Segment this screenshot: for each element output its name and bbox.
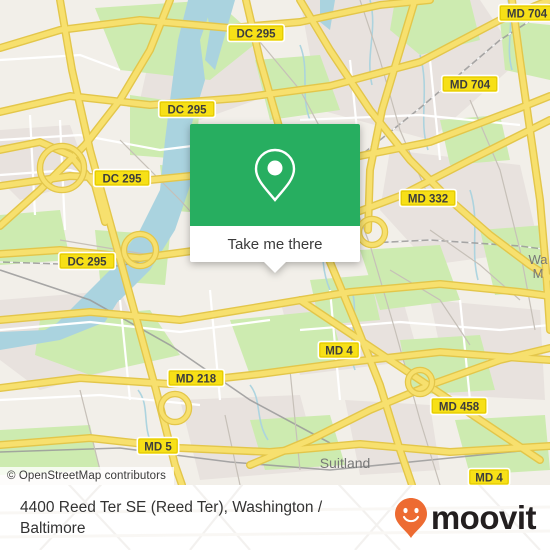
- map-place-label: Wa: [528, 252, 548, 267]
- moovit-wordmark: moovit: [430, 499, 537, 536]
- location-title: 4400 Reed Ter SE (Reed Ter), Washington …: [20, 498, 323, 537]
- road-shield[interactable]: MD 5: [136, 436, 180, 456]
- road-shield-label: DC 295: [237, 28, 277, 40]
- take-me-there-button[interactable]: Take me there: [190, 226, 360, 262]
- road-shield-label: MD 4: [475, 472, 503, 484]
- road-shield-label: MD 4: [325, 345, 353, 357]
- moovit-map-screenshot: Suitland Wa M DC 295 DC 295 DC 295 DC 295 MD 7…: [0, 0, 550, 550]
- road-shield[interactable]: MD 704: [440, 74, 500, 94]
- road-shield[interactable]: MD 458: [429, 396, 489, 416]
- road-shield[interactable]: DC 295: [226, 23, 286, 43]
- road-shield[interactable]: MD 332: [398, 188, 458, 208]
- map-pin-icon: [254, 148, 296, 202]
- road-shield[interactable]: MD 4: [317, 340, 361, 360]
- road-shield[interactable]: DC 295: [57, 251, 117, 271]
- road-shield-label: MD 332: [408, 193, 448, 205]
- road-shield[interactable]: MD 218: [166, 368, 226, 388]
- location-popup-card[interactable]: Take me there: [190, 124, 360, 273]
- road-shield[interactable]: DC 295: [92, 168, 152, 188]
- road-shield[interactable]: MD 704: [497, 3, 550, 23]
- road-shield-label: MD 704: [450, 79, 491, 91]
- map-place-label: Suitland: [320, 455, 371, 471]
- road-shield[interactable]: MD 4: [467, 467, 511, 486]
- road-shield-label: DC 295: [168, 104, 208, 116]
- map-place-label: M: [533, 266, 544, 281]
- road-shield-label: DC 295: [103, 173, 143, 185]
- popup-image-area: [190, 124, 360, 226]
- moovit-logo[interactable]: moovit: [394, 497, 537, 539]
- footer-content: 4400 Reed Ter SE (Reed Ter), Washington …: [0, 485, 550, 550]
- popup-pointer: [264, 262, 286, 273]
- road-shield[interactable]: DC 295: [157, 99, 217, 119]
- road-shield-label: MD 5: [144, 441, 172, 453]
- road-shield-label: MD 218: [176, 373, 217, 385]
- road-shield-label: MD 458: [439, 401, 480, 413]
- road-shield-label: DC 295: [68, 256, 108, 268]
- osm-attribution[interactable]: © OpenStreetMap contributors: [0, 467, 174, 485]
- footer-bar: 4400 Reed Ter SE (Reed Ter), Washington …: [0, 485, 550, 550]
- moovit-pin-smiley-icon: [394, 497, 427, 538]
- road-shield-label: MD 704: [507, 8, 548, 20]
